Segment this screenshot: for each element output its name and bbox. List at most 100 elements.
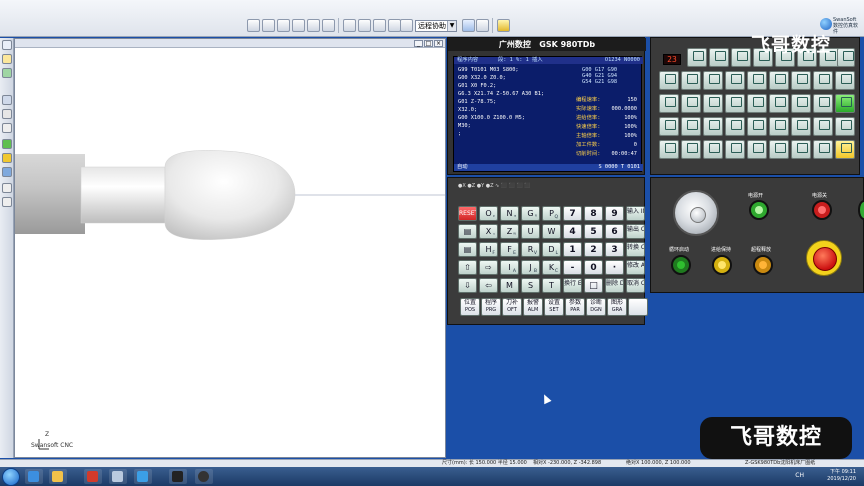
keypad-key[interactable]: DL	[542, 242, 561, 257]
keypad-key[interactable]: 7	[563, 206, 582, 221]
new-icon[interactable]	[247, 19, 260, 32]
spindle-ccw-key[interactable]	[703, 117, 723, 136]
keypad-key[interactable]: 9	[605, 206, 624, 221]
rapid-override-key[interactable]	[791, 94, 811, 113]
layer-icon[interactable]	[2, 167, 12, 177]
cycle-start-button[interactable]	[671, 255, 691, 275]
taskbar-app-icon[interactable]	[84, 469, 102, 484]
aux-lock-key[interactable]	[747, 94, 767, 113]
function-key[interactable]: 诊断 DGN	[586, 298, 606, 316]
feed-override-key[interactable]	[769, 140, 789, 159]
keypad-key[interactable]: 1	[563, 242, 582, 257]
coolant-key[interactable]	[835, 94, 855, 113]
keypad-key[interactable]: RV	[521, 242, 540, 257]
keypad-key[interactable]: 修改 ALT	[626, 260, 645, 275]
keypad-key[interactable]: Zᵂ	[500, 224, 519, 239]
keypad-key[interactable]: ▤	[458, 224, 477, 239]
taskbar-camera-icon[interactable]	[169, 469, 187, 484]
function-key[interactable]: 报警 ALM	[523, 298, 543, 316]
keypad-key[interactable]: Nᵠ	[500, 206, 519, 221]
keypad-key[interactable]: 删除 DEL	[605, 278, 624, 293]
zoom-out-icon[interactable]	[307, 19, 320, 32]
keypad-key[interactable]: Xᵘ	[479, 224, 498, 239]
spindle-override-key[interactable]	[835, 117, 855, 136]
keypad-key[interactable]: □	[584, 278, 603, 293]
measure-icon[interactable]	[400, 19, 413, 32]
function-key[interactable]: 刀补 OFT	[502, 298, 522, 316]
keypad-key[interactable]: Gᴿ	[521, 206, 540, 221]
spindle-cw-key[interactable]	[659, 117, 679, 136]
keypad-key[interactable]: KC	[542, 260, 561, 275]
taskbar-app-icon[interactable]	[109, 469, 127, 484]
keypad-key[interactable]: 6	[605, 224, 624, 239]
play-icon[interactable]	[462, 19, 475, 32]
view-icon[interactable]	[2, 139, 12, 149]
keypad-key[interactable]: ⇩	[458, 278, 477, 293]
keypad-key[interactable]: Oᵖ	[479, 206, 498, 221]
keypad-key[interactable]: M	[500, 278, 519, 293]
feed-override-key[interactable]	[791, 140, 811, 159]
function-key[interactable]: 设置 SET	[544, 298, 564, 316]
tool-icon[interactable]	[2, 109, 12, 119]
jog-z-minus-key[interactable]	[681, 140, 701, 159]
keypad-key[interactable]: JB	[521, 260, 540, 275]
material-icon[interactable]	[2, 68, 12, 78]
keypad-key[interactable]: ⇧	[458, 260, 477, 275]
rapid-key[interactable]	[835, 71, 855, 90]
edge-button[interactable]	[858, 200, 864, 220]
rapid-traverse-key[interactable]	[703, 140, 723, 159]
taskbar-folder-icon[interactable]	[49, 469, 67, 484]
z-axis-key[interactable]	[791, 117, 811, 136]
rotate-icon[interactable]	[343, 19, 356, 32]
handwheel-knob[interactable]	[690, 207, 706, 223]
overtravel-release-button[interactable]	[753, 255, 773, 275]
machine-lock-key[interactable]	[725, 94, 745, 113]
mode-select[interactable]: 远程协助 ▼	[415, 20, 457, 32]
machining-viewport[interactable]: _ □ × Z Swansoft CNC	[14, 38, 446, 458]
feed-key[interactable]	[813, 71, 833, 90]
emergency-stop-cap[interactable]	[813, 247, 837, 271]
spindle-override-key[interactable]	[813, 117, 833, 136]
x-axis-key[interactable]	[769, 117, 789, 136]
shade-icon[interactable]	[2, 153, 12, 163]
keypad-key[interactable]: W	[542, 224, 561, 239]
jog-z-plus-key[interactable]	[725, 140, 745, 159]
panel-key[interactable]	[837, 48, 855, 67]
keypad-key[interactable]: 取消 CAN	[626, 278, 645, 293]
ref-return-key[interactable]	[725, 71, 745, 90]
jog-x-plus-key[interactable]	[747, 140, 767, 159]
keypad-key[interactable]: ⇨	[479, 260, 498, 275]
taskbar-app-icon[interactable]	[134, 469, 152, 484]
view-top-icon[interactable]	[373, 19, 386, 32]
keypad-key[interactable]: 3	[605, 242, 624, 257]
skip-key[interactable]	[681, 94, 701, 113]
mdi-mode-key[interactable]	[703, 71, 723, 90]
panel-key[interactable]	[709, 48, 729, 67]
dry-run-key[interactable]	[703, 94, 723, 113]
jog-key[interactable]	[769, 71, 789, 90]
keypad-key[interactable]: 输出 OUT	[626, 224, 645, 239]
clock[interactable]: 下午 09:11 2019/12/20	[827, 469, 856, 483]
keypad-key[interactable]: ·	[605, 260, 624, 275]
select-icon[interactable]	[2, 40, 12, 50]
panel-key[interactable]	[731, 48, 751, 67]
keypad-key[interactable]: IA	[500, 260, 519, 275]
power-on-button[interactable]	[749, 200, 769, 220]
panel-key[interactable]	[687, 48, 707, 67]
keypad-key[interactable]: T	[542, 278, 561, 293]
spindle-stop-key[interactable]	[681, 117, 701, 136]
keypad-key[interactable]: HF	[479, 242, 498, 257]
auto-mode-key[interactable]	[681, 71, 701, 90]
alarm-key[interactable]	[835, 140, 855, 159]
taskbar-media-icon[interactable]	[195, 469, 213, 484]
pan-icon[interactable]	[322, 19, 335, 32]
tool-change-key[interactable]	[725, 117, 745, 136]
handwheel-dial[interactable]	[673, 190, 719, 236]
keypad-key[interactable]: 4	[563, 224, 582, 239]
keypad-key[interactable]: -	[563, 260, 582, 275]
taskbar-ie-icon[interactable]	[25, 469, 43, 484]
function-key[interactable]: 图形 GRA	[607, 298, 627, 316]
open-icon[interactable]	[262, 19, 275, 32]
keypad-key[interactable]: 0	[584, 260, 603, 275]
start-button[interactable]	[2, 468, 20, 486]
